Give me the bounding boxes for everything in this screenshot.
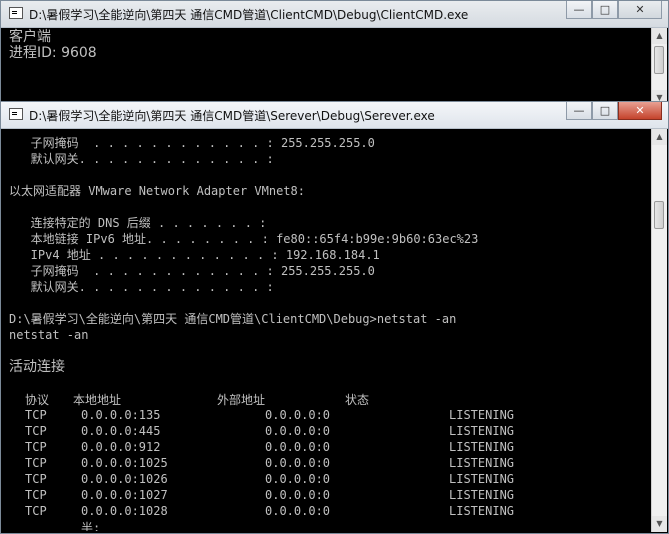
maximize-button[interactable]: □ <box>592 1 618 19</box>
netstat-local-cell: 0.0.0.0:1026 <box>81 472 168 486</box>
netstat-state-cell: LISTENING <box>449 456 515 470</box>
scroll-down-arrow-icon[interactable]: ▼ <box>652 516 667 532</box>
netstat-header-proto: 协议 <box>25 393 50 407</box>
netstat-state-cell: LISTENING <box>449 472 515 486</box>
netstat-foreign-cell: 0.0.0.0:0 <box>265 472 331 486</box>
client-console-window[interactable]: D:\暑假学习\全能逆向\第四天 通信CMD管道\ClientCMD\Debug… <box>0 0 669 108</box>
netstat-proto-cell: TCP <box>25 504 47 518</box>
console-line: 子网掩码 . . . . . . . . . . . . : 255.255.2… <box>9 264 375 278</box>
console-line: 以太网适配器 VMware Network Adapter VMnet8: <box>9 184 305 198</box>
netstat-local-cell: 0.0.0.0:912 <box>81 440 161 454</box>
maximize-button[interactable]: □ <box>592 102 618 120</box>
console-line: 进程ID: 9608 <box>9 45 97 61</box>
netstat-proto-cell: TCP <box>25 488 47 502</box>
netstat-proto-cell: TCP <box>25 408 47 422</box>
netstat-state-cell: LISTENING <box>449 408 515 422</box>
netstat-foreign-cell: 0.0.0.0:0 <box>265 408 331 422</box>
netstat-header-state: 状态 <box>345 393 370 407</box>
netstat-state-cell: LISTENING <box>449 440 515 454</box>
close-button[interactable]: ✕ <box>618 1 662 19</box>
console-line: D:\暑假学习\全能逆向\第四天 通信CMD管道\ClientCMD\Debug… <box>9 312 457 326</box>
client-console-output: 客户端 进程ID: 9608 <box>5 28 651 105</box>
netstat-foreign-cell: 0.0.0.0:0 <box>265 440 331 454</box>
server-vertical-scrollbar[interactable]: ▲ ▼ <box>651 129 667 532</box>
server-window-title: D:\暑假学习\全能逆向\第四天 通信CMD管道\Serever\Debug\S… <box>29 109 435 123</box>
netstat-proto-cell: TCP <box>25 440 47 454</box>
console-line: netstat -an <box>9 328 89 342</box>
netstat-proto-cell: TCP <box>25 424 47 438</box>
netstat-local-cell: 0.0.0.0:1025 <box>81 456 168 470</box>
console-line: IPv4 地址 . . . . . . . . . . . . : 192.16… <box>9 248 380 262</box>
console-line: 本地链接 IPv6 地址. . . . . . . . : fe80::65f4… <box>9 232 479 246</box>
netstat-foreign-cell: 0.0.0.0:0 <box>265 504 331 518</box>
console-line: 客户端 <box>9 29 51 45</box>
minimize-button[interactable]: — <box>566 102 592 120</box>
netstat-foreign-cell: 0.0.0.0:0 <box>265 488 331 502</box>
scrollbar-thumb[interactable] <box>654 46 664 74</box>
client-title-bar[interactable]: D:\暑假学习\全能逆向\第四天 通信CMD管道\ClientCMD\Debug… <box>1 1 668 28</box>
netstat-foreign-cell: 0.0.0.0:0 <box>265 456 331 470</box>
netstat-state-cell: LISTENING <box>449 504 515 518</box>
netstat-header-local: 本地地址 <box>73 393 122 407</box>
scrollbar-thumb[interactable] <box>654 201 664 229</box>
minimize-button[interactable]: — <box>566 1 592 19</box>
scroll-up-arrow-icon[interactable]: ▲ <box>652 129 667 145</box>
server-title-bar[interactable]: D:\暑假学习\全能逆向\第四天 通信CMD管道\Serever\Debug\S… <box>1 102 668 129</box>
netstat-local-cell: 0.0.0.0:1028 <box>81 504 168 518</box>
netstat-state-cell: LISTENING <box>449 424 515 438</box>
netstat-local-cell: 0.0.0.0:1027 <box>81 488 168 502</box>
console-line: 子网掩码 . . . . . . . . . . . . : 255.255.2… <box>9 136 375 150</box>
console-line: 默认网关. . . . . . . . . . . . . : <box>9 152 274 166</box>
console-app-icon <box>9 108 23 120</box>
client-vertical-scrollbar[interactable]: ▲ ▼ <box>651 28 667 106</box>
netstat-proto-cell: TCP <box>25 456 47 470</box>
netstat-local-cell: 0.0.0.0:445 <box>81 424 161 438</box>
server-console-window[interactable]: D:\暑假学习\全能逆向\第四天 通信CMD管道\Serever\Debug\S… <box>0 101 669 534</box>
netstat-foreign-cell: 0.0.0.0:0 <box>265 424 331 438</box>
console-line: 默认网关. . . . . . . . . . . . . : <box>9 280 274 294</box>
server-console-output: 子网掩码 . . . . . . . . . . . . : 255.255.2… <box>5 129 651 531</box>
netstat-local-cell: 0.0.0.0:135 <box>81 408 161 422</box>
console-partial-line: 半: <box>81 521 101 531</box>
scroll-up-arrow-icon[interactable]: ▲ <box>652 28 667 44</box>
console-line: 连接特定的 DNS 后缀 . . . . . . . : <box>9 216 267 230</box>
console-line: 活动连接 <box>9 359 65 375</box>
netstat-header-foreign: 外部地址 <box>217 393 266 407</box>
netstat-proto-cell: TCP <box>25 472 47 486</box>
netstat-state-cell: LISTENING <box>449 488 515 502</box>
close-button[interactable]: ✕ <box>618 102 662 120</box>
client-window-title: D:\暑假学习\全能逆向\第四天 通信CMD管道\ClientCMD\Debug… <box>29 8 469 22</box>
console-app-icon <box>9 7 23 19</box>
